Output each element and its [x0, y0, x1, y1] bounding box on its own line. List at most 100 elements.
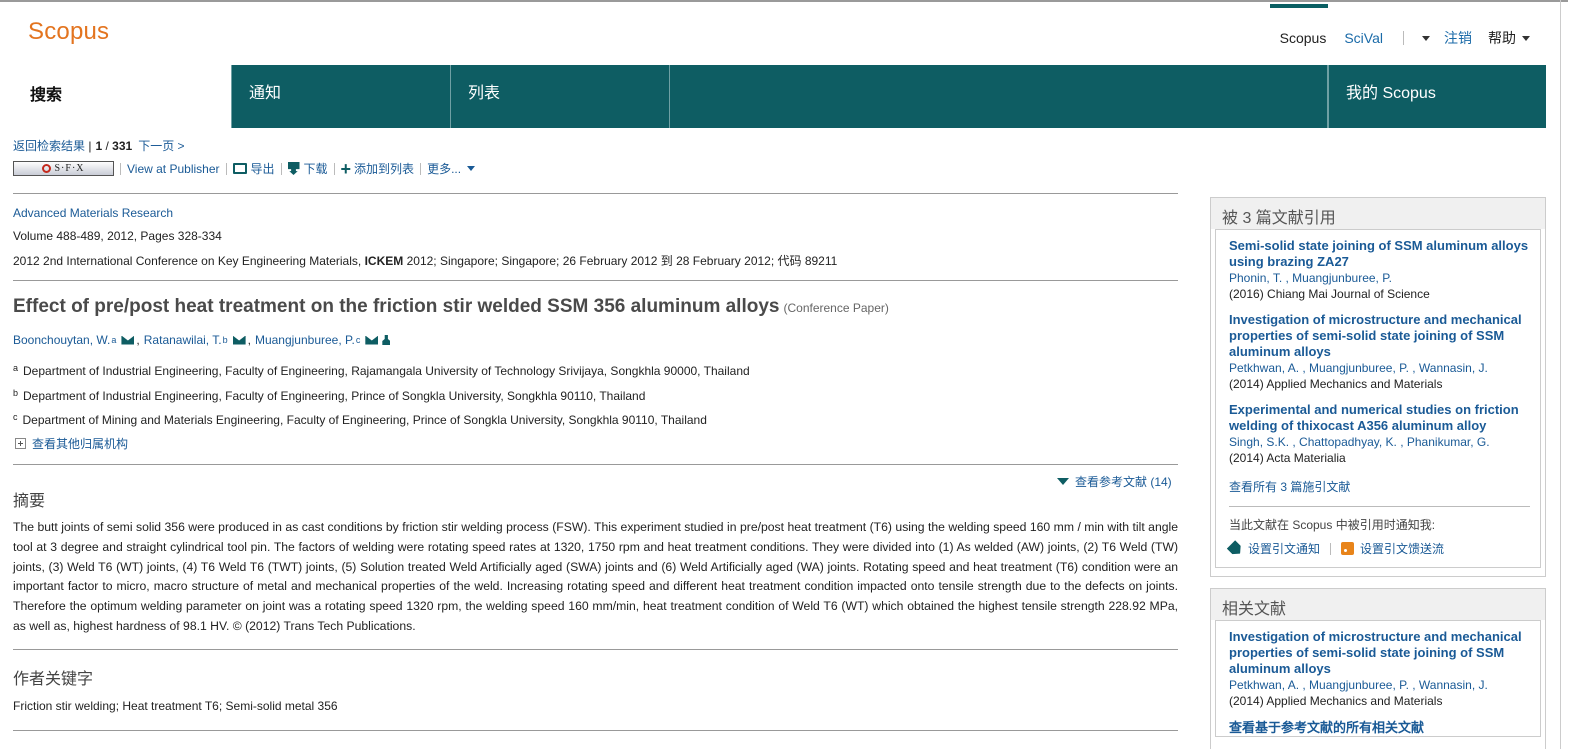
view-references-label: 查看参考文献 (14) — [1075, 475, 1172, 489]
scopus-logo[interactable]: Scopus — [28, 18, 109, 46]
related-document-authors[interactable]: Petkhwan, A. , Muangjunburee, P. , Wanna… — [1229, 677, 1530, 693]
author-link[interactable]: Muangjunburee, P. — [255, 333, 355, 347]
citing-document-authors[interactable]: Phonin, T. , Muangjunburee, P. — [1229, 270, 1530, 286]
abstract-heading: 摘要 — [13, 493, 46, 510]
author-link[interactable]: Boonchouytan, W. — [13, 333, 110, 347]
sfx-logo-icon — [42, 164, 52, 173]
nav-logout[interactable]: 注销 — [1444, 28, 1472, 48]
set-citation-feed-link[interactable]: 设置引文馈送流 — [1341, 540, 1444, 557]
result-position-total: 331 — [112, 138, 133, 153]
divider — [13, 280, 1178, 281]
email-icon[interactable] — [365, 335, 379, 345]
affiliation-sup: c — [13, 412, 18, 422]
alert-separator — [1330, 542, 1332, 555]
tab-alerts[interactable]: 通知 — [232, 65, 451, 128]
sfx-label: S·F·X — [54, 163, 85, 174]
related-documents-heading: 相关文献 — [1211, 589, 1545, 620]
document-toolbar: S·F·X View at Publisher 导出 下载 + 添加到列表 更多.… — [13, 158, 476, 179]
view-all-related-link[interactable]: 查看基于参考文献的所有相关文献 — [1229, 717, 1530, 736]
export-label: 导出 — [250, 162, 275, 176]
toolbar-separator — [333, 162, 335, 175]
window-edge — [1560, 0, 1561, 749]
citing-document-title[interactable]: Investigation of microstructure and mech… — [1229, 312, 1530, 360]
citing-document-authors[interactable]: Singh, S.K. , Chattopadhyay, K. , Phanik… — [1229, 434, 1530, 450]
author-list: Boonchouytan, W. a , Ratanawilai, T. b , M… — [13, 333, 391, 347]
nav-divider: | — [85, 138, 92, 153]
related-document: Investigation of microstructure and mech… — [1229, 629, 1530, 709]
add-to-list-button[interactable]: + 添加到列表 — [340, 158, 415, 179]
account-dropdown-caret-icon[interactable] — [1422, 35, 1430, 41]
citing-document-journal: (2014) Acta Materialia — [1229, 451, 1346, 465]
author-keywords: Friction stir welding; Heat treatment T6… — [13, 699, 338, 713]
conference-details: 2012; Singapore; Singapore; 26 February … — [406, 254, 838, 268]
result-position-current: 1 — [95, 138, 103, 153]
view-all-citing-link[interactable]: 查看所有 3 篇施引文献 — [1229, 476, 1530, 507]
export-button[interactable]: 导出 — [232, 160, 275, 177]
set-citation-alert-link[interactable]: 设置引文通知 — [1229, 540, 1320, 557]
nav-scival[interactable]: SciVal — [1344, 30, 1383, 46]
citing-document-title[interactable]: Experimental and numerical studies on fr… — [1229, 402, 1530, 434]
related-document-title[interactable]: Investigation of microstructure and mech… — [1229, 629, 1530, 677]
abstract-text: The butt joints of semi solid 356 were p… — [13, 520, 1178, 633]
conference-acronym: ICKEM — [364, 254, 404, 268]
citation-alert-text: 当此文献在 Scopus 中被引用时通知我: — [1229, 518, 1436, 532]
document-title-text: Effect of pre/post heat treatment on the… — [13, 296, 780, 317]
tab-my-scopus[interactable]: 我的 Scopus — [1328, 65, 1546, 128]
back-to-results-link[interactable]: 返回检索结果 — [13, 137, 85, 154]
citing-document-journal: (2016) Chiang Mai Journal of Science — [1229, 287, 1430, 301]
toolbar-separator — [420, 162, 422, 175]
affiliation-sup: b — [13, 388, 19, 398]
nav-scopus[interactable]: Scopus — [1269, 4, 1329, 46]
download-button[interactable]: 下载 — [287, 160, 328, 177]
related-documents-body: Investigation of microstructure and mech… — [1215, 620, 1541, 737]
sfx-button[interactable]: S·F·X — [13, 161, 114, 176]
plus-icon: + — [340, 158, 352, 179]
conference-name: 2012 2nd International Conference on Key… — [13, 254, 362, 268]
toolbar-separator — [225, 162, 227, 175]
alert-tag-icon — [1227, 540, 1245, 558]
tab-lists[interactable]: 列表 — [451, 65, 670, 128]
author-comma: , — [136, 333, 140, 347]
results-navigation: 返回检索结果 | 1 / 331 下一页 > — [13, 137, 185, 154]
cited-by-panel: 被 3 篇文献引用 Semi-solid state joining of SS… — [1210, 197, 1546, 577]
top-bar: Scopus Scopus SciVal 注销 帮助 — [0, 0, 1568, 65]
email-icon[interactable] — [232, 335, 246, 345]
affiliation-sup: a — [13, 363, 19, 373]
chevron-down-icon — [467, 166, 476, 171]
related-document-journal: (2014) Applied Mechanics and Materials — [1229, 694, 1443, 708]
more-menu-button[interactable]: 更多... — [427, 160, 476, 177]
author-affiliation-sup: c — [355, 335, 361, 345]
document-title: Effect of pre/post heat treatment on the… — [13, 296, 889, 318]
citing-document: Semi-solid state joining of SSM aluminum… — [1229, 238, 1530, 302]
author-comma: , — [247, 333, 251, 347]
source-title-link[interactable]: Advanced Materials Research — [13, 206, 173, 220]
author-profile-icon[interactable] — [382, 335, 391, 345]
author-affiliation-sup: a — [111, 335, 117, 345]
email-icon[interactable] — [121, 335, 135, 345]
citing-document-title[interactable]: Semi-solid state joining of SSM aluminum… — [1229, 238, 1530, 270]
expand-plus-icon — [15, 438, 26, 449]
divider — [13, 730, 1178, 731]
toolbar-separator — [120, 162, 121, 175]
nav-help[interactable]: 帮助 — [1488, 28, 1530, 48]
toolbar-separator — [280, 162, 282, 175]
view-references-link[interactable]: 查看参考文献 (14) — [1057, 473, 1172, 490]
author-affiliation-sup: b — [222, 335, 228, 345]
next-page-link[interactable]: 下一页 > — [138, 137, 184, 154]
view-at-publisher-link[interactable]: View at Publisher — [127, 162, 220, 176]
rss-icon — [1341, 542, 1355, 555]
export-icon — [232, 163, 247, 174]
tab-search[interactable]: 搜索 — [13, 65, 232, 128]
conference-info: 2012 2nd International Conference on Key… — [13, 252, 837, 269]
citation-alert-actions: 设置引文通知 设置引文馈送流 — [1229, 540, 1530, 567]
triangle-down-icon — [1057, 478, 1069, 485]
more-affiliations-link[interactable]: 查看其他归属机构 — [15, 435, 128, 452]
more-affiliations-label: 查看其他归属机构 — [32, 437, 129, 451]
citing-document-authors[interactable]: Petkhwan, A. , Muangjunburee, P. , Wanna… — [1229, 360, 1530, 376]
download-icon — [287, 162, 300, 175]
affiliation: b Department of Industrial Engineering, F… — [13, 388, 645, 403]
affiliation-text: Department of Mining and Materials Engin… — [22, 413, 707, 427]
author-link[interactable]: Ratanawilai, T. — [144, 333, 222, 347]
affiliation-text: Department of Industrial Engineering, Fa… — [23, 364, 750, 378]
paper-type: (Conference Paper) — [783, 301, 889, 315]
